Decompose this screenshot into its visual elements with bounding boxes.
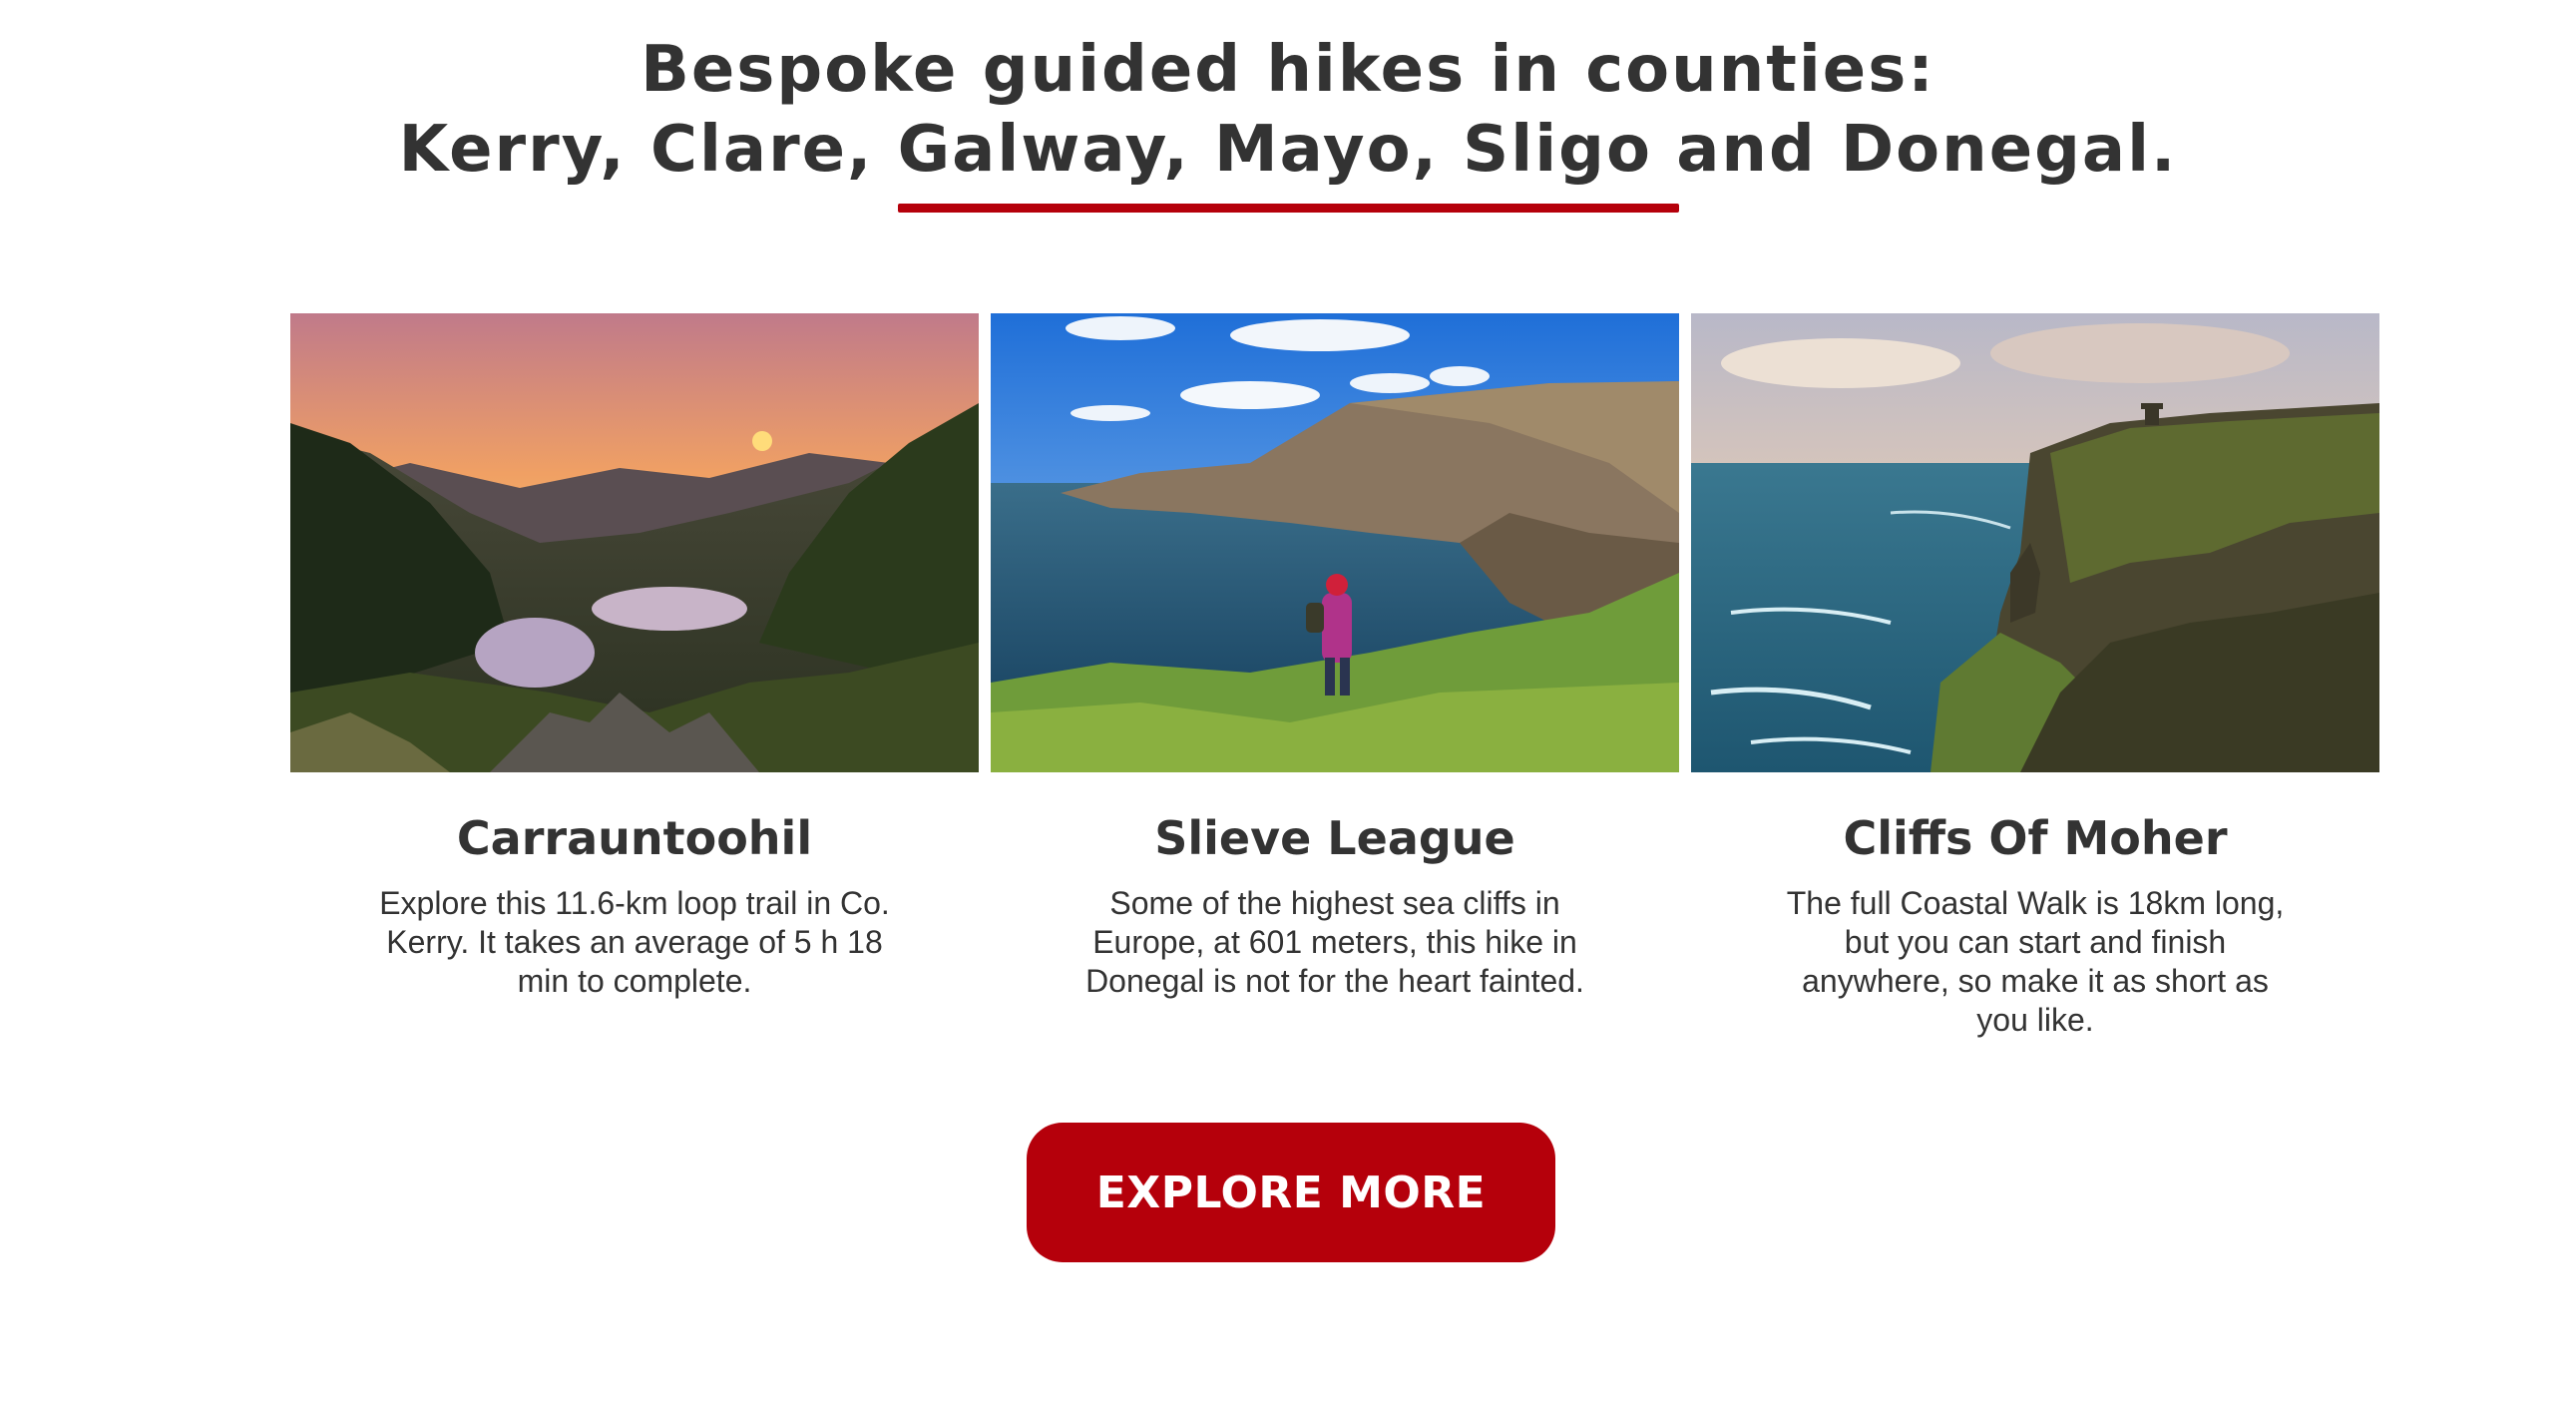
hike-card-cliffs-of-moher: Cliffs Of Moher The full Coastal Walk is… [1691, 313, 2379, 1040]
heading-line-2: Kerry, Clare, Galway, Mayo, Sligo and Do… [398, 113, 2178, 187]
hike-card-carrauntoohil: Carrauntoohil Explore this 11.6-km loop … [290, 313, 979, 1001]
hike-image-slieve-league[interactable] [991, 313, 1679, 772]
hike-card-slieve-league: Slieve League Some of the highest sea cl… [991, 313, 1679, 1001]
hike-title[interactable]: Slieve League [991, 810, 1679, 866]
hike-title[interactable]: Cliffs Of Moher [1691, 810, 2379, 866]
hike-image-carrauntoohil[interactable] [290, 313, 979, 772]
hike-image-cliffs-of-moher[interactable] [1691, 313, 2379, 772]
hike-description: The full Coastal Walk is 18km long, but … [1786, 885, 2285, 1038]
heading-line-1: Bespoke guided hikes in counties: [641, 33, 1935, 107]
hike-title[interactable]: Carrauntoohil [290, 810, 979, 866]
explore-more-hikes-button[interactable]: EXPLORE MORE HIKES [1027, 1123, 1555, 1358]
page-heading: Bespoke guided hikes in counties: Kerry,… [0, 30, 2576, 190]
heading-underline [898, 204, 1679, 213]
hike-description: Some of the highest sea cliffs in Europe… [1085, 885, 1584, 999]
hike-description: Explore this 11.6-km loop trail in Co. K… [379, 885, 890, 999]
